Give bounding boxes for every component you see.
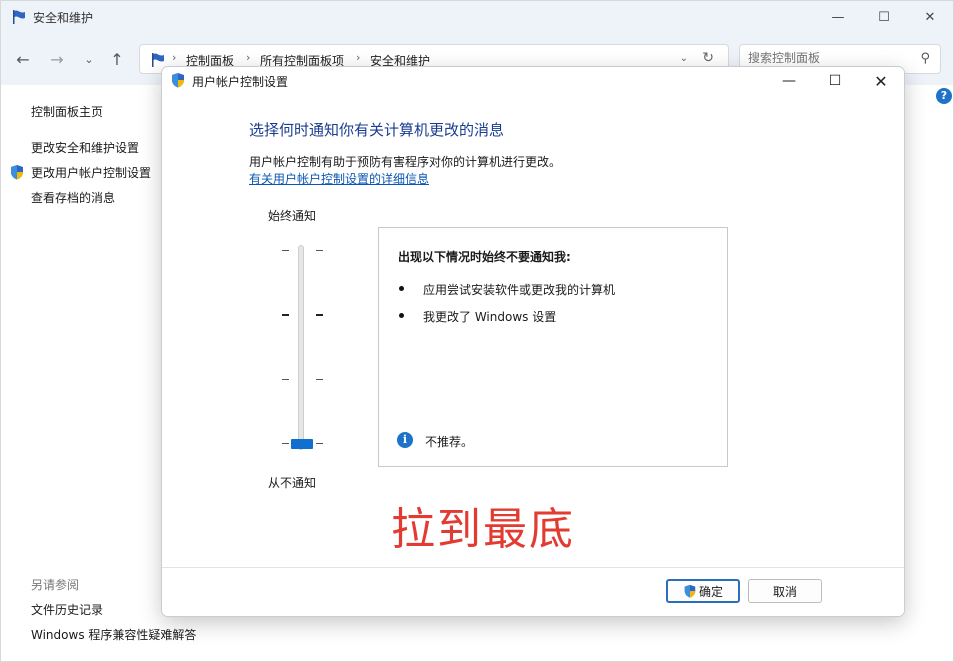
dialog-close-button[interactable]: ✕	[858, 67, 904, 95]
back-arrow-icon[interactable]: ←	[11, 47, 35, 71]
bullet-icon	[399, 286, 404, 291]
sidebar-item-security-maintenance-settings[interactable]: 更改安全和维护设置	[31, 139, 139, 156]
sidebar-item-archived-messages[interactable]: 查看存档的消息	[31, 189, 115, 206]
uac-slider-track[interactable]	[298, 245, 304, 450]
title-bar: 安全和维护 — ☐ ✕	[1, 1, 953, 33]
slider-tick	[282, 250, 289, 251]
dialog-title-bar: 用户帐户控制设置 — ☐ ✕	[162, 67, 904, 95]
cancel-button-label: 取消	[772, 584, 797, 599]
search-icon[interactable]: ⚲	[920, 51, 930, 66]
forward-arrow-icon[interactable]: →	[45, 47, 69, 71]
panel-heading: 出现以下情况时始终不要通知我:	[398, 250, 571, 264]
cancel-button[interactable]: 取消	[748, 579, 822, 603]
flag-icon	[13, 10, 25, 24]
window-title: 安全和维护	[33, 11, 94, 25]
level-description-panel: 出现以下情况时始终不要通知我: 应用尝试安装软件或更改我的计算机 我更改了 Wi…	[378, 227, 728, 467]
slider-tick	[316, 250, 323, 251]
dialog-footer: 确定 取消	[162, 567, 904, 616]
uac-shield-icon	[172, 73, 184, 88]
bullet-icon	[399, 313, 404, 318]
recent-locations-chevron-icon[interactable]: ⌄	[77, 47, 101, 71]
dialog-title: 用户帐户控制设置	[192, 75, 289, 89]
list-item-text: 应用尝试安装软件或更改我的计算机	[423, 283, 616, 297]
maximize-button[interactable]: ☐	[861, 1, 907, 33]
search-input[interactable]	[748, 51, 908, 65]
refresh-icon[interactable]: ↻	[702, 50, 714, 66]
uac-details-link[interactable]: 有关用户帐户控制设置的详细信息	[249, 170, 429, 187]
dialog-minimize-button[interactable]: —	[766, 67, 812, 95]
sidebar-item-compat-troubleshooter[interactable]: Windows 程序兼容性疑难解答	[31, 626, 196, 643]
info-icon: i	[397, 432, 413, 448]
close-button[interactable]: ✕	[907, 1, 953, 33]
see-also-heading: 另请参阅	[31, 578, 80, 592]
ok-button-label: 确定	[698, 584, 723, 599]
sidebar-item-control-panel-home[interactable]: 控制面板主页	[31, 103, 103, 120]
slider-tick	[282, 443, 289, 444]
uac-shield-icon	[11, 165, 23, 180]
dialog-maximize-button[interactable]: ☐	[812, 67, 858, 95]
address-dropdown-icon[interactable]: ⌄	[680, 53, 688, 64]
flag-icon	[152, 53, 164, 67]
up-arrow-icon[interactable]: ↑	[105, 47, 129, 71]
slider-tick	[282, 379, 289, 380]
uac-shield-icon	[684, 584, 696, 598]
breadcrumb-separator-icon: ›	[172, 51, 177, 64]
breadcrumb-separator-icon: ›	[356, 51, 361, 64]
help-icon[interactable]: ?	[936, 88, 952, 104]
minimize-button[interactable]: —	[815, 1, 861, 33]
dialog-description: 用户帐户控制有助于预防有害程序对你的计算机进行更改。	[249, 155, 562, 169]
uac-slider-thumb[interactable]	[291, 439, 313, 449]
uac-settings-dialog: 用户帐户控制设置 — ☐ ✕ 选择何时通知你有关计算机更改的消息 用户帐户控制有…	[161, 66, 905, 617]
list-item-text: 我更改了 Windows 设置	[423, 310, 557, 324]
breadcrumb-separator-icon: ›	[246, 51, 251, 64]
not-recommended-note: 不推荐。	[425, 435, 474, 449]
slider-tick	[316, 379, 323, 380]
ok-button[interactable]: 确定	[666, 579, 740, 603]
annotation-text: 拉到最底	[391, 504, 575, 555]
sidebar-item-uac-settings[interactable]: 更改用户帐户控制设置	[31, 164, 151, 181]
slider-tick	[316, 314, 323, 316]
dialog-heading: 选择何时通知你有关计算机更改的消息	[249, 121, 505, 139]
slider-tick	[316, 443, 323, 444]
sidebar-item-file-history[interactable]: 文件历史记录	[31, 601, 103, 618]
slider-label-never-notify: 从不通知	[268, 476, 317, 490]
slider-label-always-notify: 始终通知	[268, 209, 317, 223]
slider-tick	[282, 314, 289, 316]
